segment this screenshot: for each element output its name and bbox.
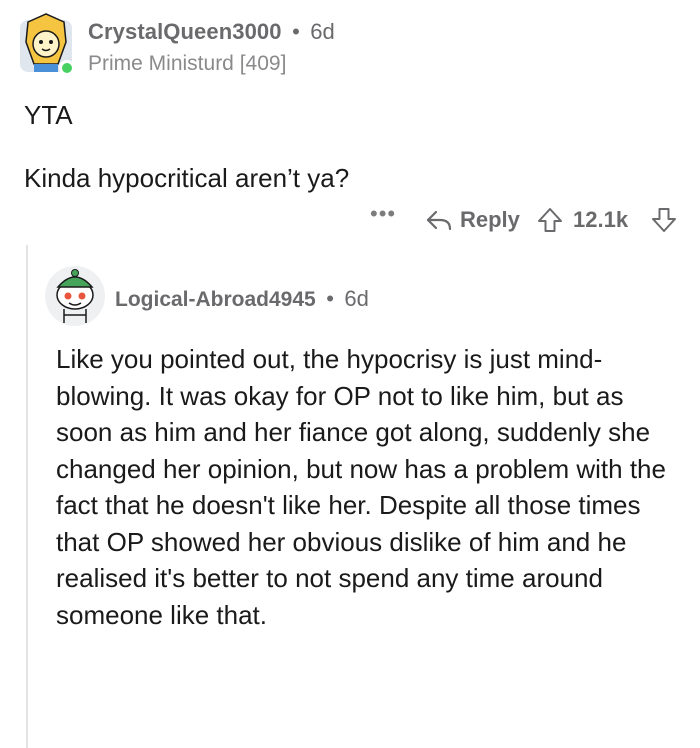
separator-dot: •: [292, 19, 300, 44]
separator-dot: •: [326, 286, 334, 311]
downvote-arrow-icon[interactable]: [651, 207, 677, 233]
comment-line: Kinda hypocritical aren’t ya?: [24, 163, 350, 193]
snoo-avatar-icon[interactable]: [44, 265, 106, 327]
more-options-button[interactable]: •••: [370, 201, 396, 227]
reply-button[interactable]: Reply: [426, 205, 520, 235]
comment-actions: ••• Reply 12.1k: [0, 201, 700, 235]
comment-header: CrystalQueen3000 • 6d: [88, 18, 335, 49]
online-status-dot: [59, 60, 75, 76]
reply-label: Reply: [460, 207, 520, 232]
vote-score: 12.1k: [573, 207, 629, 232]
user-flair: Prime Ministurd [409]: [88, 52, 287, 75]
thread-line[interactable]: [26, 245, 28, 748]
reply-username[interactable]: Logical-Abroad4945: [115, 288, 316, 311]
reply-age: 6d: [344, 286, 369, 311]
comment-line: YTA: [24, 100, 73, 130]
reply-body: Like you pointed out, the hypocrisy is j…: [56, 344, 666, 630]
comment-age: 6d: [310, 19, 335, 44]
reply-header: Logical-Abroad4945 • 6d: [115, 285, 369, 316]
comment-username[interactable]: CrystalQueen3000: [88, 19, 282, 44]
upvote-arrow-icon[interactable]: [537, 207, 563, 233]
reply-arrow-icon: [426, 210, 452, 231]
